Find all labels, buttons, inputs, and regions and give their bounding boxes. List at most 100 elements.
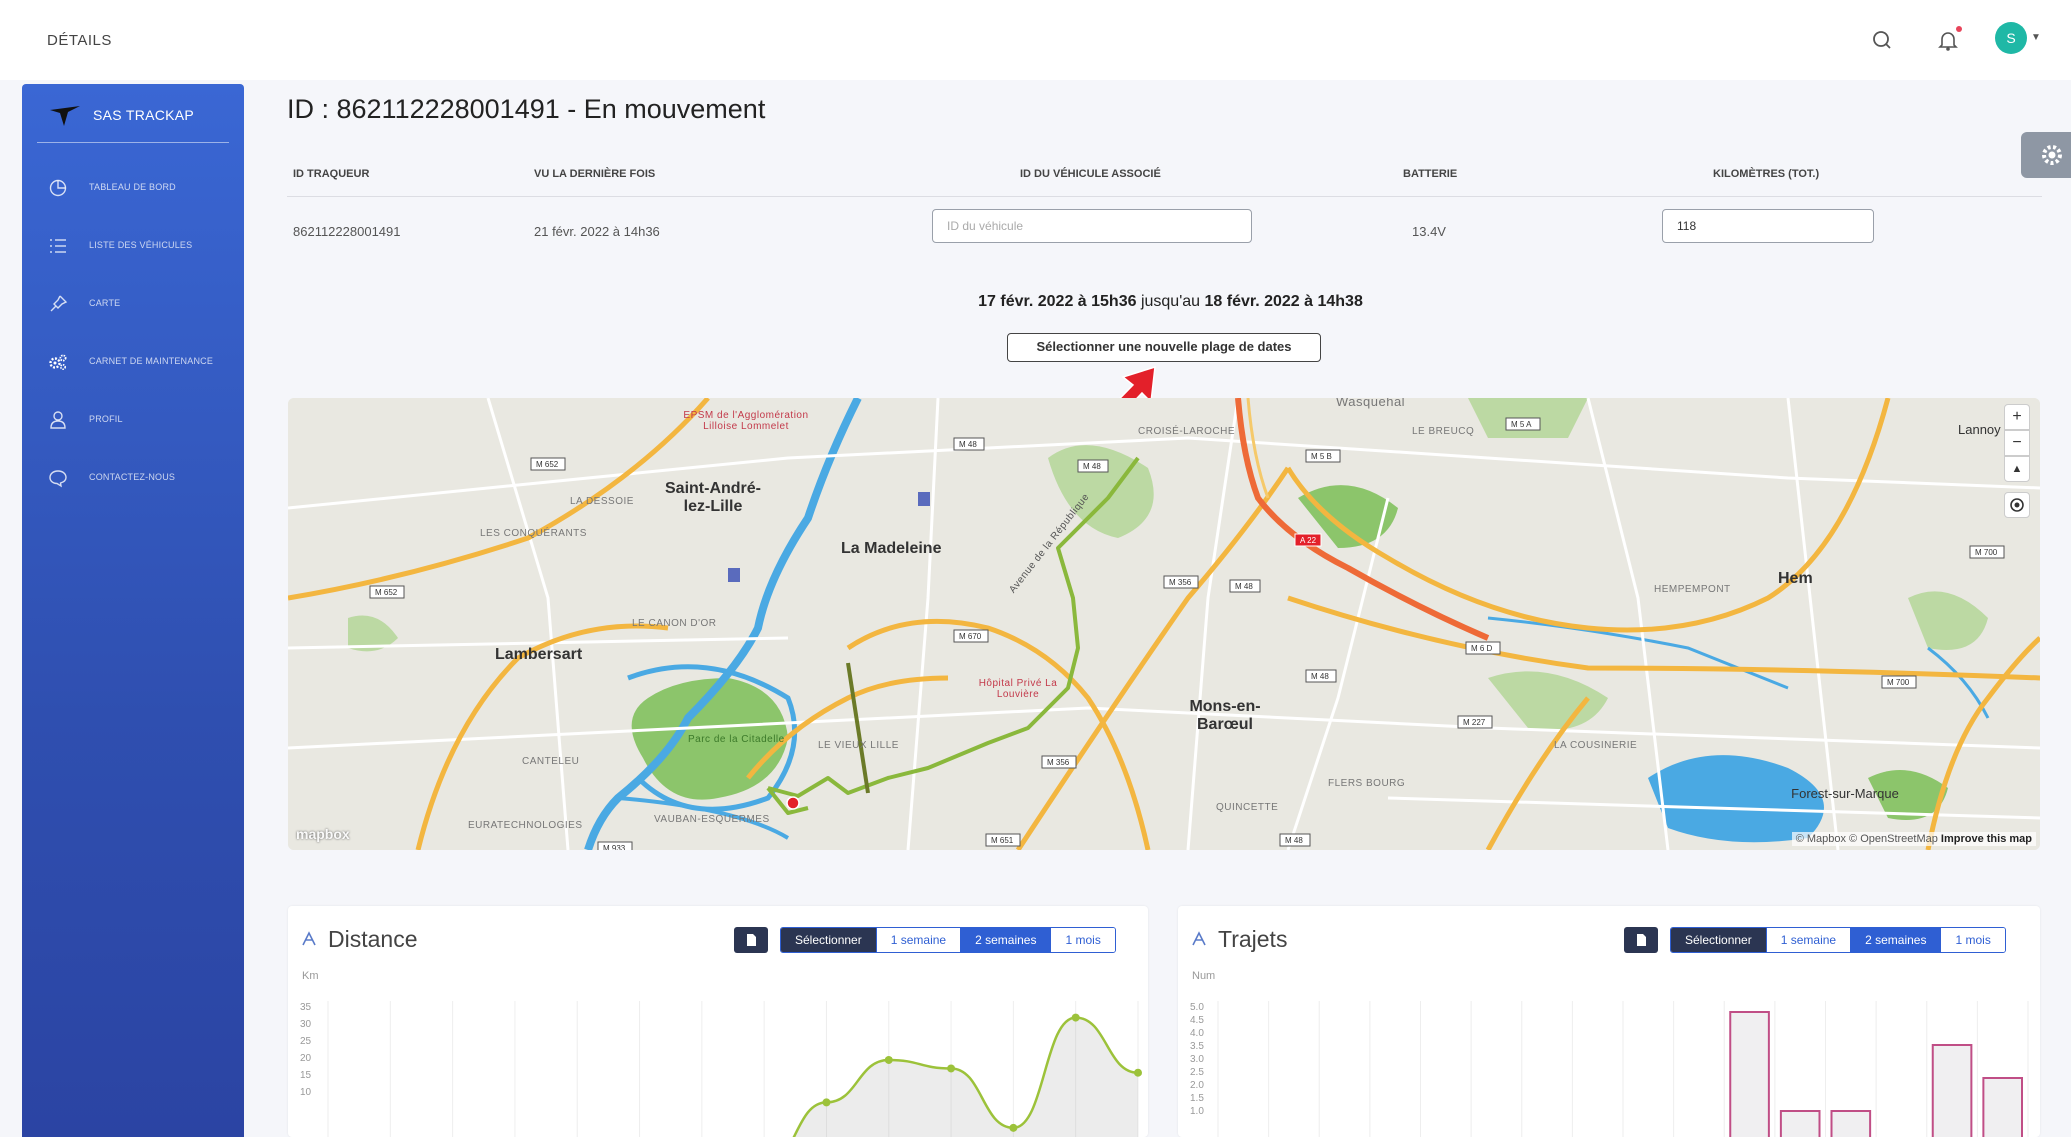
divider xyxy=(37,142,229,143)
gear-icon xyxy=(2042,145,2062,165)
list-icon xyxy=(50,239,66,253)
km-total-input[interactable] xyxy=(1662,209,1874,243)
data-point xyxy=(1134,1068,1142,1077)
breadcrumb: DÉTAILS xyxy=(47,32,112,49)
column-header-last-seen: VU LA DERNIÈRE FOIS xyxy=(534,168,656,180)
map-area-label: LA COUSINERIE xyxy=(1554,740,1638,751)
map-area-label: Parc de la Citadelle xyxy=(688,734,785,745)
map-area-label: LE CANON D'OR xyxy=(632,618,717,629)
sidebar-item-label: PROFIL xyxy=(89,414,123,424)
trips-panel: Trajets Sélectionner 1 semaine 2 semaine… xyxy=(1178,906,2040,1137)
top-bar: DÉTAILS S ▼ xyxy=(0,0,2071,80)
map-area-label: QUINCETTE xyxy=(1216,802,1279,813)
sidebar-item-profil[interactable]: PROFIL xyxy=(22,400,244,440)
sidebar-item-contactez-nous[interactable]: CONTACTEZ-NOUS xyxy=(22,458,244,498)
tracker-id-cell: 862112228001491 xyxy=(293,224,401,239)
map-area-label: EURATECHNOLOGIES xyxy=(468,820,583,831)
zoom-out-button[interactable]: − xyxy=(2004,430,2030,456)
range-start: 17 févr. 2022 à 15h36 xyxy=(978,293,1137,310)
svg-text:M 48: M 48 xyxy=(1311,672,1329,681)
map-area-label: LES CONQUÉRANTS xyxy=(480,528,587,539)
attribution-text: © Mapbox © OpenStreetMap xyxy=(1795,833,1938,845)
select-date-range-button[interactable]: Sélectionner une nouvelle plage de dates xyxy=(1007,333,1321,362)
svg-text:M 356: M 356 xyxy=(1047,758,1070,767)
svg-text:M 5 B: M 5 B xyxy=(1311,452,1332,461)
data-point xyxy=(822,1098,831,1107)
bar xyxy=(1830,1110,1872,1137)
distance-panel: Distance Sélectionner 1 semaine 2 semain… xyxy=(288,906,1148,1137)
sidebar-item-label: CARNET DE MAINTENANCE xyxy=(89,356,214,366)
gears-icon xyxy=(49,354,67,371)
map-place-label: Lannoy xyxy=(1958,422,2001,437)
sidebar-item-label: CONTACTEZ-NOUS xyxy=(89,472,176,482)
map-place-label: Lambersart xyxy=(495,646,583,663)
map-area-label: EPSM de l'Agglomération Lilloise Lommele… xyxy=(683,410,809,432)
svg-text:M 670: M 670 xyxy=(959,632,982,641)
geolocate-button[interactable] xyxy=(2004,492,2030,518)
svg-text:M 700: M 700 xyxy=(1975,548,1998,557)
brand-name: SAS TRACKAP xyxy=(93,107,195,123)
sidebar-brand[interactable]: SAS TRACKAP xyxy=(22,84,244,144)
map-attribution: © Mapbox © OpenStreetMap Improve this ma… xyxy=(1791,832,2036,846)
map-place-label: Mons-en-Barœul xyxy=(1189,698,1261,733)
compass-button[interactable]: ▲ xyxy=(2004,456,2030,482)
map-place-label: Hem xyxy=(1778,570,1813,587)
svg-text:M 6 D: M 6 D xyxy=(1471,644,1493,653)
map-area-label: Hôpital Privé La Louvière xyxy=(978,678,1058,700)
map-tiles: M 652 M 652 M 48 M 48 M 670 M 356 M 48 M… xyxy=(288,398,2040,850)
bar xyxy=(1779,1110,1821,1137)
svg-text:M 5 A: M 5 A xyxy=(1511,420,1532,429)
bar xyxy=(1982,1077,2023,1137)
map-place-label: Forest-sur-Marque xyxy=(1791,786,1899,801)
divider xyxy=(287,196,2042,197)
bell-icon[interactable] xyxy=(1932,24,1964,56)
series-area xyxy=(793,1017,1138,1137)
sidebar-item-label: TABLEAU DE BORD xyxy=(89,182,176,192)
logo-icon xyxy=(50,106,80,126)
improve-map-link[interactable]: Improve this map xyxy=(1941,833,2032,845)
data-point xyxy=(1071,1013,1080,1022)
svg-text:M 48: M 48 xyxy=(959,440,977,449)
svg-text:M 700: M 700 xyxy=(1887,678,1910,687)
map[interactable]: M 652 M 652 M 48 M 48 M 670 M 356 M 48 M… xyxy=(288,398,2040,850)
map-place-label: Saint-André-lez-Lille xyxy=(665,480,761,515)
map-area-label: FLERS BOURG xyxy=(1328,778,1406,789)
map-area-label: VAUBAN-ESQUERMES xyxy=(654,814,770,825)
settings-tab[interactable] xyxy=(2021,132,2071,178)
column-header-km-total: KILOMÈTRES (TOT.) xyxy=(1713,168,1820,180)
map-area-label: LE VIEUX LILLE xyxy=(818,740,899,751)
avatar[interactable]: S xyxy=(1995,22,2027,54)
vehicle-id-input[interactable] xyxy=(932,209,1252,243)
map-area-label: LE BREUCQ xyxy=(1412,426,1475,437)
chat-icon xyxy=(49,470,67,488)
sidebar-item-label: LISTE DES VÉHICULES xyxy=(89,240,193,250)
map-area-label: LA DESSOIE xyxy=(570,496,634,507)
chevron-down-icon[interactable]: ▼ xyxy=(2031,32,2041,43)
svg-text:A 22: A 22 xyxy=(1300,536,1317,545)
svg-text:M 48: M 48 xyxy=(1083,462,1101,471)
data-point xyxy=(884,1055,893,1064)
locate-icon xyxy=(2010,498,2024,512)
sidebar: SAS TRACKAP TABLEAU DE BORD LISTE DES VÉ… xyxy=(22,84,244,1137)
sidebar-item-liste-des-vehicules[interactable]: LISTE DES VÉHICULES xyxy=(22,226,244,266)
sidebar-item-tableau-de-bord[interactable]: TABLEAU DE BORD xyxy=(22,168,244,208)
user-icon xyxy=(50,411,66,429)
map-area-label: HEMPEMPONT xyxy=(1654,584,1731,595)
bar xyxy=(1931,1044,1973,1137)
data-point xyxy=(947,1064,956,1073)
column-header-tracker-id: ID TRAQUEUR xyxy=(293,168,370,180)
map-area-label: CANTELEU xyxy=(522,756,580,767)
column-header-vehicle-id: ID DU VÉHICULE ASSOCIÉ xyxy=(1020,168,1161,180)
svg-text:M 652: M 652 xyxy=(375,588,398,597)
zoom-in-button[interactable]: + xyxy=(2004,404,2030,430)
last-seen-cell: 21 févr. 2022 à 14h36 xyxy=(534,224,660,239)
svg-text:M 652: M 652 xyxy=(536,460,559,469)
search-icon[interactable] xyxy=(1866,24,1898,56)
distance-chart xyxy=(327,1001,1142,1137)
svg-text:M 933: M 933 xyxy=(603,844,626,850)
mapbox-logo[interactable]: mapbox xyxy=(296,826,350,842)
svg-text:M 48: M 48 xyxy=(1235,582,1253,591)
sidebar-item-carnet-de-maintenance[interactable]: CARNET DE MAINTENANCE xyxy=(22,342,244,382)
data-point xyxy=(1009,1123,1018,1132)
svg-text:M 227: M 227 xyxy=(1463,718,1486,727)
